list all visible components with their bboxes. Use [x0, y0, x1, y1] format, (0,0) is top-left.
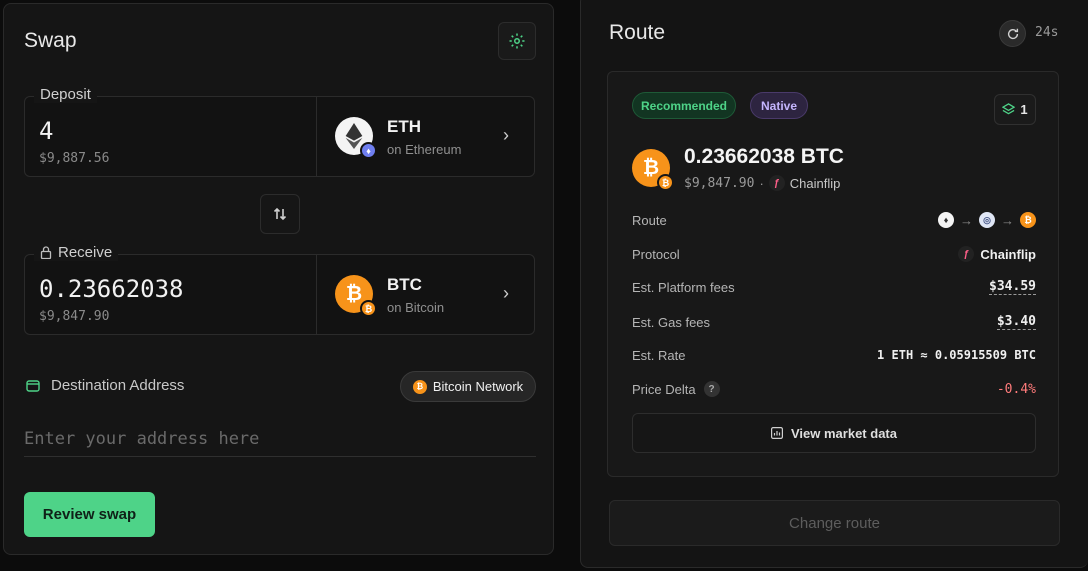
chainflip-swap-icon: ◎ [979, 212, 995, 228]
rate-row: Est. Rate 1 ETH ≈ 0.05915509 BTC [632, 345, 1036, 365]
route-output-amount: 0.23662038 BTC [684, 145, 844, 168]
receive-legend-label: Receive [58, 244, 113, 261]
price-delta-value: -0.4% [996, 381, 1036, 397]
refresh-timer: 24s [1035, 25, 1059, 40]
route-output-provider: Chainflip [789, 175, 841, 191]
network-pill[interactable]: ₿ Bitcoin Network [400, 371, 536, 402]
route-path: ♦ → ◎ → ₿ [938, 212, 1036, 228]
route-card[interactable]: Recommended Native 1 ₿ ₿ 0.23662038 BTC … [607, 71, 1059, 477]
deposit-token-chain: on Ethereum [387, 142, 462, 157]
recommended-badge: Recommended [632, 92, 736, 119]
platform-fees-label: Est. Platform fees [632, 279, 735, 295]
deposit-divider [316, 97, 317, 176]
gas-fees-row: Est. Gas fees $3.40 [632, 312, 1036, 332]
platform-fees-row: Est. Platform fees $34.59 [632, 277, 1036, 297]
route-title: Route [609, 21, 666, 44]
receive-legend: Receive [34, 244, 119, 261]
bitcoin-icon: ₿ [412, 379, 427, 394]
route-row: Route ♦ → ◎ → ₿ [632, 210, 1036, 230]
receive-token-symbol: BTC [387, 275, 422, 294]
gas-fees-label: Est. Gas fees [632, 314, 711, 330]
route-steps-count: 1 [1020, 102, 1028, 117]
layers-icon [1002, 103, 1016, 115]
view-market-data-button[interactable]: View market data [632, 413, 1036, 453]
native-badge: Native [750, 92, 808, 119]
flip-direction-button[interactable] [260, 194, 300, 234]
lock-icon [40, 246, 52, 259]
route-row-label: Route [632, 212, 667, 228]
swap-panel: Swap 4 $9,887.56 ♦ ETH on Ethereum › Dep… [3, 3, 554, 555]
route-output-usd: $9,847.90 [684, 175, 755, 191]
deposit-usd-value: $9,887.56 [39, 151, 110, 166]
view-market-data-label: View market data [791, 425, 897, 441]
wallet-icon [26, 380, 40, 392]
settings-button[interactable] [498, 22, 536, 60]
rate-label: Est. Rate [632, 347, 686, 363]
help-icon[interactable]: ? [703, 381, 720, 397]
chevron-right-icon: › [503, 283, 509, 303]
receive-amount: 0.23662038 [39, 275, 184, 303]
deposit-legend: Deposit [34, 86, 97, 103]
arrow-right-icon: → [1001, 212, 1014, 228]
route-output-separator: · [759, 175, 764, 191]
chart-icon [771, 427, 783, 439]
price-delta-row: Price Delta ? -0.4% [632, 379, 1036, 399]
destination-address-input[interactable] [24, 422, 536, 457]
refresh-button[interactable] [999, 20, 1026, 47]
receive-usd-value: $9,847.90 [39, 309, 110, 324]
swap-title: Swap [24, 29, 77, 52]
route-output-meta: $9,847.90 · ƒ Chainflip [684, 175, 840, 191]
price-delta-label: Price Delta [632, 381, 696, 397]
change-route-button[interactable]: Change route [609, 500, 1060, 546]
protocol-value: Chainflip [980, 246, 1036, 262]
receive-token-chain: on Bitcoin [387, 300, 445, 315]
platform-fees-value[interactable]: $34.59 [989, 279, 1036, 295]
deposit-token-symbol: ETH [387, 117, 421, 136]
receive-box: 0.23662038 $9,847.90 ₿ ₿ BTC on Bitcoin … [24, 254, 535, 335]
destination-address-label: Destination Address [51, 377, 185, 394]
protocol-label: Protocol [632, 246, 680, 262]
deposit-box: 4 $9,887.56 ♦ ETH on Ethereum › [24, 96, 535, 177]
network-pill-label: Bitcoin Network [432, 379, 524, 394]
chainflip-icon: ƒ [768, 175, 785, 191]
eth-icon: ♦ [938, 212, 954, 228]
gear-icon [509, 33, 525, 49]
gas-fees-value[interactable]: $3.40 [996, 314, 1036, 330]
protocol-row: Protocol ƒ Chainflip [632, 244, 1036, 264]
bitcoin-chain-icon: ₿ [657, 174, 674, 191]
receive-divider [316, 255, 317, 334]
chainflip-icon: ƒ [958, 246, 975, 262]
arrow-right-icon: → [960, 212, 973, 228]
btc-icon: ₿ [1020, 212, 1036, 228]
deposit-amount-input[interactable]: 4 [39, 117, 53, 145]
swap-arrows-icon [273, 207, 287, 221]
ethereum-chain-icon: ♦ [360, 142, 377, 159]
route-panel: Route 24s Recommended Native 1 ₿ ₿ 0.236… [580, 0, 1088, 568]
bitcoin-chain-icon: ₿ [360, 300, 377, 317]
rate-value: 1 ETH ≈ 0.05915509 BTC [877, 348, 1036, 362]
route-steps-badge: 1 [994, 94, 1036, 125]
review-swap-button[interactable]: Review swap [24, 492, 155, 537]
chevron-right-icon: › [503, 125, 509, 145]
refresh-icon [1007, 28, 1018, 39]
